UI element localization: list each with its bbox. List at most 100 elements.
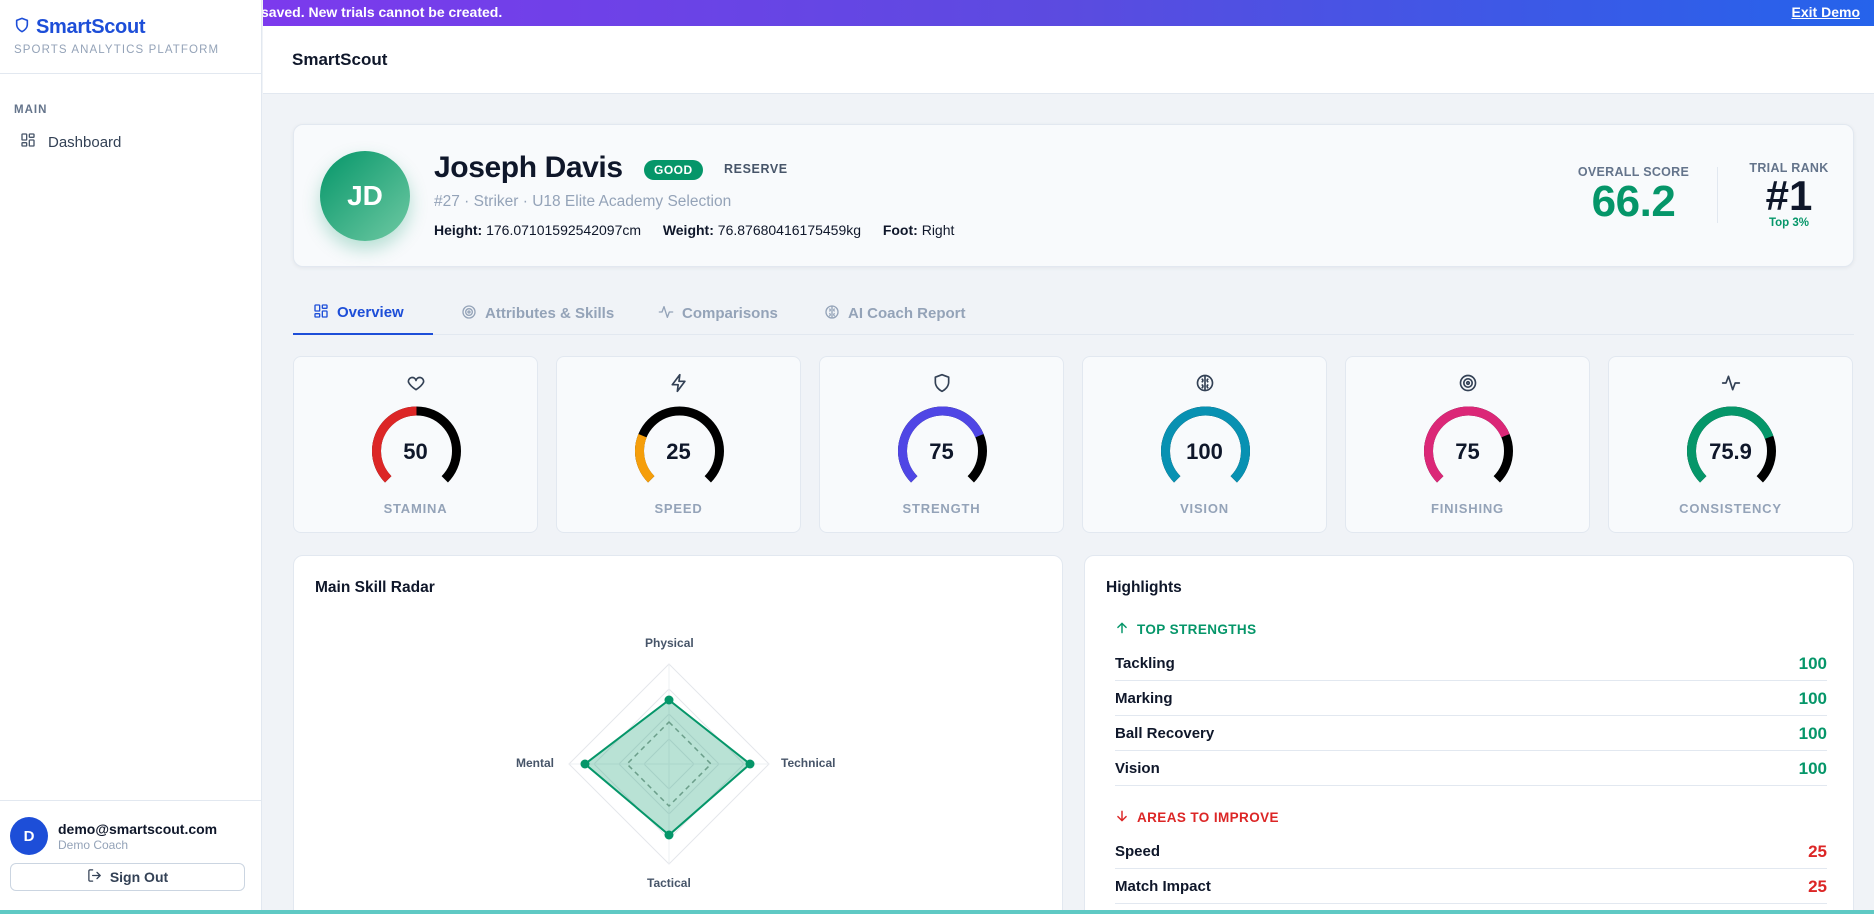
activity-icon [658, 304, 674, 324]
strength-value: 100 [1798, 654, 1827, 673]
foot-value: Right [921, 222, 955, 238]
player-status: RESERVE [724, 162, 788, 176]
radar-point [664, 830, 674, 840]
height-label: Height: [434, 222, 483, 238]
demo-banner: saved. New trials cannot be created. Exi… [263, 0, 1874, 26]
page-title: SmartScout [292, 50, 388, 69]
sidebar-item-label: Dashboard [48, 133, 122, 151]
tab-overview[interactable]: Overview [293, 292, 433, 335]
user-email: demo@smartscout.com [58, 820, 218, 837]
strength-row: Marking 100 [1115, 681, 1827, 716]
shield-icon [932, 373, 952, 398]
heart-icon [406, 373, 426, 398]
areas-to-improve-label: AREAS TO IMPROVE [1137, 810, 1279, 825]
skill-radar-panel: Main Skill Radar Physical Technical Tact… [293, 555, 1063, 914]
exit-demo-link[interactable]: Exit Demo [1792, 4, 1860, 20]
brand-name[interactable]: SmartScout [36, 16, 146, 39]
arrow-up-icon [1115, 621, 1129, 638]
improve-row: Match Impact 25 [1115, 869, 1827, 904]
strength-name: Ball Recovery [1115, 725, 1215, 742]
stat-card-vision: 100 VISION [1082, 356, 1327, 533]
strength-value: 100 [1798, 724, 1827, 743]
weight-value: 76.87680416175459kg [717, 222, 862, 238]
radar-point [664, 695, 674, 705]
strength-value: 100 [1798, 689, 1827, 708]
brand: SmartScout SPORTS ANALYTICS PLATFORM [0, 0, 261, 74]
highlights-panel: Highlights TOP STRENGTHS Tackling 100 Ma… [1084, 555, 1854, 914]
sidebar: SmartScout SPORTS ANALYTICS PLATFORM MAI… [0, 0, 262, 914]
trial-rank-percentile: Top 3% [1768, 217, 1810, 229]
strength-name: Tackling [1115, 655, 1175, 672]
grid-icon [313, 303, 329, 323]
shield-logo-icon [14, 16, 30, 39]
demo-banner-text: saved. New trials cannot be created. [263, 4, 503, 20]
radar-axis-tactical: Tactical [647, 876, 691, 890]
areas-to-improve-heading: AREAS TO IMPROVE [1115, 809, 1279, 826]
stat-value: 75.9 [1709, 439, 1752, 464]
stat-value: 25 [666, 439, 691, 464]
weight-label: Weight: [662, 222, 714, 238]
stat-value: 75 [1455, 439, 1480, 464]
dashboard-grid-icon [20, 132, 36, 152]
player-avatar: JD [320, 151, 410, 241]
user-role: Demo Coach [58, 837, 129, 852]
tab-label: Comparisons [682, 305, 778, 322]
brain-icon [824, 304, 840, 324]
overall-score: OVERALL SCORE 66.2 [1571, 165, 1696, 225]
tab-label: Overview [337, 304, 404, 321]
stat-label: SPEED [654, 501, 703, 516]
tab-comparisons[interactable]: Comparisons [658, 292, 778, 335]
nav-section-label: MAIN [14, 104, 48, 116]
overall-score-value: 66.2 [1591, 177, 1676, 226]
stat-card-consistency: 75.9 CONSISTENCY [1608, 356, 1853, 533]
rating-badge: GOOD [644, 160, 703, 180]
arrow-down-icon [1115, 809, 1129, 826]
stat-value: 100 [1186, 439, 1223, 464]
sidebar-footer: D demo@smartscout.com Demo Coach Sign Ou… [0, 800, 262, 914]
sign-out-label: Sign Out [109, 869, 169, 885]
activity-icon [1721, 373, 1741, 398]
sign-out-button[interactable]: Sign Out [10, 863, 245, 891]
height-value: 176.07101592542097cm [486, 222, 642, 238]
stat-label: STAMINA [383, 501, 448, 516]
radar-axis-technical: Technical [781, 756, 836, 770]
log-out-icon [87, 868, 102, 886]
stat-card-stamina: 50 STAMINA [293, 356, 538, 533]
improve-value: 25 [1808, 842, 1827, 861]
strength-row: Tackling 100 [1115, 646, 1827, 681]
nav-section-main: MAIN Dashboard [0, 74, 261, 156]
stat-label: VISION [1180, 501, 1229, 516]
target-icon [1458, 373, 1478, 398]
player-subtitle: #27 · Striker · U18 Elite Academy Select… [434, 193, 732, 210]
zap-icon [669, 373, 689, 398]
bottom-accent-bar [0, 910, 1874, 914]
tab-ai-coach-report[interactable]: AI Coach Report [824, 292, 966, 335]
strength-name: Vision [1115, 760, 1160, 777]
top-header: SmartScout [263, 26, 1874, 94]
stat-label: FINISHING [1431, 501, 1504, 516]
highlights-title: Highlights [1106, 579, 1182, 596]
improve-name: Speed [1115, 843, 1161, 860]
player-attributes: Height: 176.07101592542097cm Weight: 76.… [434, 222, 954, 238]
improve-name: Match Impact [1115, 878, 1211, 895]
stat-value: 75 [929, 439, 954, 464]
tab-attributes-skills[interactable]: Attributes & Skills [461, 292, 614, 335]
score-divider [1717, 167, 1718, 223]
strength-row: Ball Recovery 100 [1115, 716, 1827, 751]
sidebar-item-dashboard[interactable]: Dashboard [14, 128, 247, 156]
skill-radar-chart [568, 663, 770, 865]
tab-label: AI Coach Report [848, 305, 966, 322]
strength-row: Vision 100 [1115, 751, 1827, 786]
stat-card-strength: 75 STRENGTH [819, 356, 1064, 533]
brain-icon [1195, 373, 1215, 398]
user-info: D demo@smartscout.com Demo Coach [10, 817, 252, 855]
improve-value: 25 [1808, 877, 1827, 896]
player-profile-card: JD Joseph Davis GOOD RESERVE #27 · Strik… [293, 124, 1854, 267]
target-icon [461, 304, 477, 324]
strength-name: Marking [1115, 690, 1173, 707]
trial-rank-value: #1 [1765, 172, 1813, 219]
radar-axis-physical: Physical [645, 636, 694, 650]
stat-card-finishing: 75 FINISHING [1345, 356, 1590, 533]
stat-label: STRENGTH [902, 501, 981, 516]
player-name: Joseph Davis [434, 151, 623, 184]
